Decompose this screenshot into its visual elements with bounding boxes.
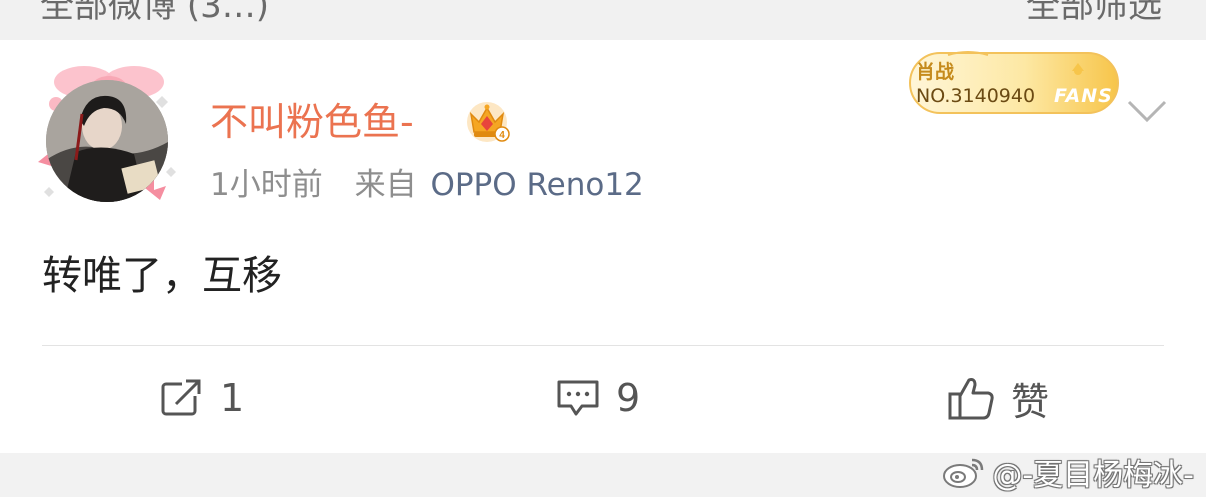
comment-count: 9 [616,376,641,420]
feed-sort-button[interactable]: 全部筛选 [1026,0,1162,27]
feed-tab-text: 全部微博 [40,0,176,26]
feed-tab-count: (3…) [186,0,269,26]
repost-count: 1 [220,376,245,420]
post-content: 转唯了，互移 [42,253,282,299]
weibo-logo-icon [943,458,984,488]
fan-badge-fans-text: FANS [1054,85,1113,107]
fan-badge-number: NO.3140940 [916,85,1036,107]
avatar[interactable] [36,62,182,212]
avatar-figure [46,80,168,202]
divider [42,345,1164,346]
feed-header: 全部微博 (3…) 全部筛选 [0,0,1206,40]
avatar-photo [46,80,168,202]
feed-tab-label[interactable]: 全部微博 (3…) [40,0,269,27]
post-card: 不叫粉色鱼- 4 1小时前 来自 OPPO Reno12 肖战 NO.31409… [0,40,1206,453]
repost-icon [161,378,202,416]
username[interactable]: 不叫粉色鱼- [210,98,414,146]
watermark-text: @-夏目杨梅冰- [992,458,1194,493]
fan-badge-title: 肖战 [916,61,955,83]
post-meta: 1小时前 来自 OPPO Reno12 [210,164,644,206]
repost-button[interactable]: 1 [160,373,244,423]
comment-icon [557,380,599,416]
watermark: @-夏目杨梅冰- [942,452,1194,493]
comment-button[interactable]: 9 [556,373,640,423]
crown-icon: 4 [467,102,510,142]
svg-text:4: 4 [499,130,505,141]
post-device[interactable]: OPPO Reno12 [430,167,643,203]
like-button[interactable]: 赞 [947,373,1050,424]
post-time: 1小时前 [210,167,323,203]
like-label: 赞 [1011,379,1050,424]
post-source-prefix: 来自 [354,167,417,203]
like-icon [948,378,994,420]
fan-badge[interactable]: 肖战 NO.3140940 FANS [908,49,1122,117]
chevron-down-icon[interactable] [1126,98,1168,124]
